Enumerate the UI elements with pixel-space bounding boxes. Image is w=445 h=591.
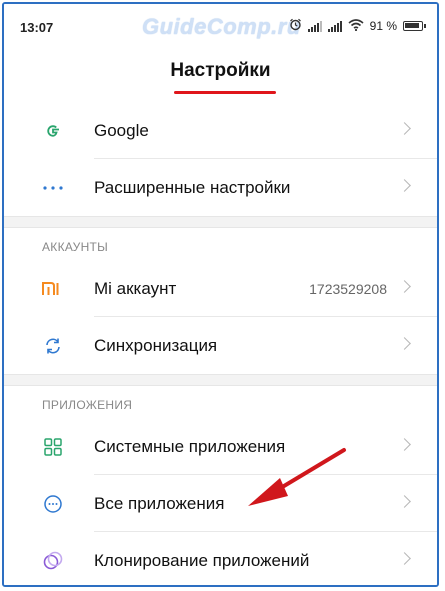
chevron-right-icon [398, 438, 411, 451]
settings-item-label: Mi аккаунт [94, 278, 177, 298]
settings-item-mi-account[interactable]: Mi аккаунт 1723529208 [4, 260, 437, 317]
settings-item-system-apps[interactable]: Системные приложения [4, 418, 437, 475]
battery-icon [403, 21, 426, 31]
annotation-arrow-icon [248, 448, 346, 506]
more-dots-icon [40, 175, 66, 201]
chevron-right-icon [398, 495, 411, 508]
phone-screen-frame: 13:07 GuideComp.ru 91 % Настройки Google… [2, 2, 439, 587]
settings-item-label: Клонирование приложений [94, 550, 310, 570]
title-underline [174, 91, 276, 94]
status-bar: 13:07 GuideComp.ru 91 % [4, 4, 437, 52]
chevron-right-icon [398, 552, 411, 565]
settings-item-label: Google [94, 120, 149, 140]
alarm-icon [289, 18, 302, 34]
section-separator [4, 216, 437, 228]
mi-icon [40, 276, 66, 302]
section-header-apps: ПРИЛОЖЕНИЯ [4, 386, 437, 418]
page-title: Настройки [170, 60, 271, 81]
all-apps-icon [40, 491, 66, 517]
clone-apps-icon [40, 548, 66, 574]
signal-icon [307, 20, 322, 32]
settings-item-sync[interactable]: Синхронизация [4, 317, 437, 374]
section-header-accounts: АККАУНТЫ [4, 228, 437, 260]
status-time: 13:07 [20, 20, 54, 35]
settings-item-advanced[interactable]: Расширенные настройки [4, 159, 437, 216]
sync-icon [40, 333, 66, 359]
settings-item-label: Синхронизация [94, 335, 218, 355]
watermark-logo: GuideComp.ru [142, 14, 301, 39]
settings-item-label: Все приложения [94, 493, 225, 513]
section-separator [4, 374, 437, 386]
chevron-right-icon [398, 280, 411, 293]
settings-item-clone-apps[interactable]: Клонирование приложений [4, 532, 437, 585]
settings-item-google[interactable]: Google [4, 102, 437, 159]
section-title: ПРИЛОЖЕНИЯ [42, 398, 133, 412]
settings-list: Google Расширенные настройки АККАУНТЫ Mi… [4, 102, 437, 585]
account-id-value: 1723529208 [309, 280, 387, 297]
signal-icon [327, 20, 342, 32]
chevron-right-icon [398, 337, 411, 350]
section-title: АККАУНТЫ [42, 240, 109, 254]
battery-text: 91 % [369, 19, 397, 33]
google-icon [40, 118, 66, 144]
app-header: Настройки [4, 52, 437, 102]
status-icons: 91 % [289, 18, 426, 34]
chevron-right-icon [398, 179, 411, 192]
settings-item-label: Расширенные настройки [94, 177, 291, 197]
wifi-icon [348, 18, 364, 34]
apps-grid-icon [40, 434, 66, 460]
chevron-right-icon [398, 122, 411, 135]
settings-item-all-apps[interactable]: Все приложения [4, 475, 437, 532]
